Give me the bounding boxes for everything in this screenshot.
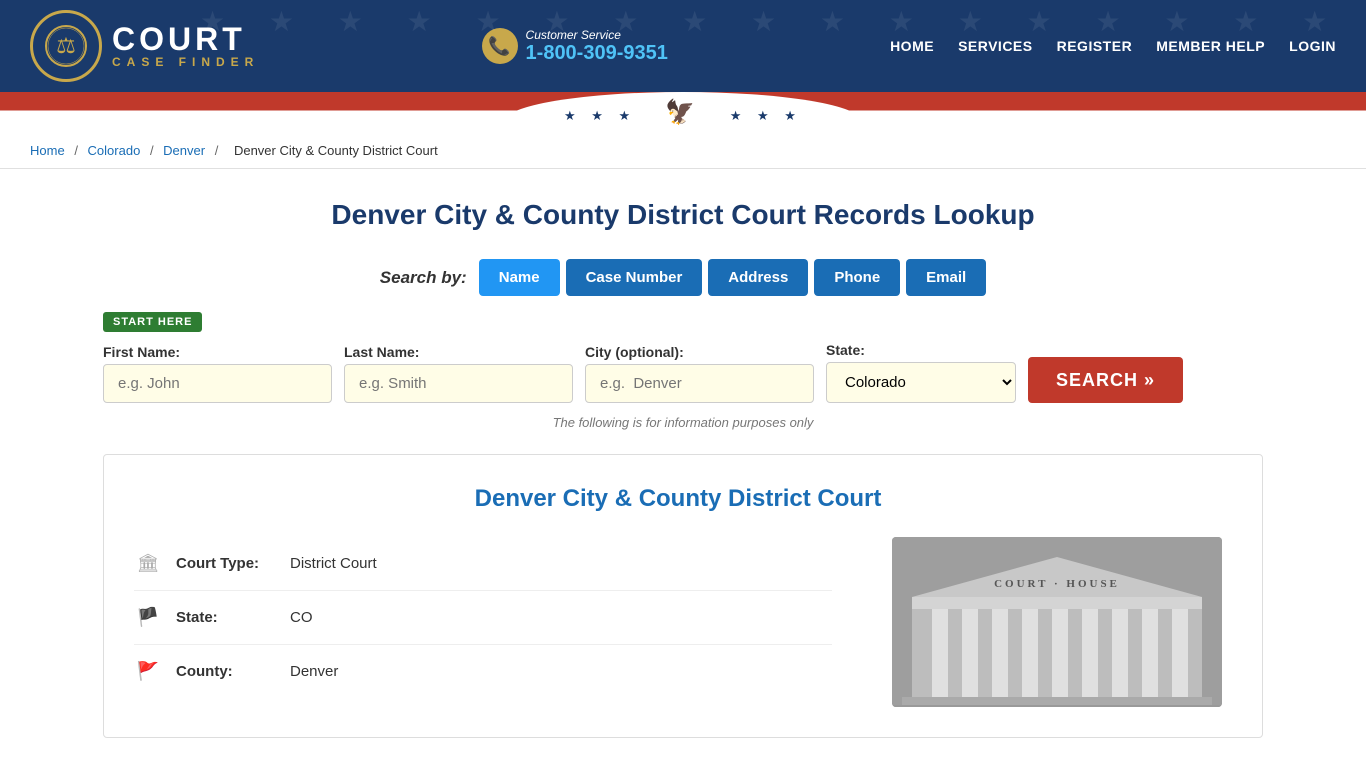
breadcrumb-sep-1: /	[74, 143, 81, 158]
search-form: First Name: Last Name: City (optional): …	[103, 342, 1263, 403]
eagle-banner: ★ ★ ★ 🦅 ★ ★ ★	[0, 92, 1366, 133]
city-group: City (optional):	[585, 344, 814, 403]
nav-member-help[interactable]: MEMBER HELP	[1156, 38, 1265, 54]
courthouse-svg: COURT · HOUSE	[892, 537, 1222, 707]
cs-label: Customer Service	[526, 28, 668, 42]
breadcrumb-sep-2: /	[150, 143, 157, 158]
court-type-label: Court Type:	[176, 555, 276, 572]
cs-number: 1-800-309-9351	[526, 42, 668, 64]
customer-service: 📞 Customer Service 1-800-309-9351	[482, 28, 668, 65]
logo-circle: ⚖	[30, 10, 102, 82]
info-note: The following is for information purpose…	[103, 415, 1263, 430]
state-select[interactable]: Colorado Alabama California	[826, 362, 1016, 403]
county-value: Denver	[290, 663, 338, 680]
main-content: Denver City & County District Court Reco…	[83, 169, 1283, 758]
court-type-value: District Court	[290, 555, 377, 572]
site-header: ⚖ COURT CASE FINDER 📞 Customer Service 1…	[0, 0, 1366, 92]
logo-case-finder-label: CASE FINDER	[112, 55, 259, 69]
last-name-group: Last Name:	[344, 344, 573, 403]
first-name-label: First Name:	[103, 344, 332, 360]
last-name-input[interactable]	[344, 364, 573, 403]
state-label-detail: State:	[176, 609, 276, 626]
nav-login[interactable]: LOGIN	[1289, 38, 1336, 54]
nav-services[interactable]: SERVICES	[958, 38, 1033, 54]
state-group: State: Colorado Alabama California	[826, 342, 1016, 403]
court-card: Denver City & County District Court 🏛 Co…	[103, 454, 1263, 738]
eagle-banner-inner: ★ ★ ★ 🦅 ★ ★ ★	[504, 92, 862, 129]
logo-icon: ⚖	[44, 24, 88, 68]
first-name-group: First Name:	[103, 344, 332, 403]
court-info-row: 🏛 Court Type: District Court 🏴 State: CO…	[134, 537, 1222, 707]
main-nav: HOME SERVICES REGISTER MEMBER HELP LOGIN	[890, 38, 1336, 54]
courthouse-image: COURT · HOUSE	[892, 537, 1222, 707]
breadcrumb: Home / Colorado / Denver / Denver City &…	[0, 133, 1366, 169]
county-icon: 🚩	[134, 661, 162, 682]
nav-register[interactable]: REGISTER	[1057, 38, 1133, 54]
tab-address[interactable]: Address	[708, 259, 808, 296]
nav-home[interactable]: HOME	[890, 38, 934, 54]
state-value: CO	[290, 609, 313, 626]
tab-case-number[interactable]: Case Number	[566, 259, 703, 296]
city-input[interactable]	[585, 364, 814, 403]
court-card-title: Denver City & County District Court	[134, 485, 1222, 513]
search-by-label: Search by:	[380, 268, 467, 288]
phone-icon: 📞	[482, 28, 518, 64]
state-icon: 🏴	[134, 607, 162, 628]
page-title: Denver City & County District Court Reco…	[103, 199, 1263, 231]
court-type-item: 🏛 Court Type: District Court	[134, 537, 832, 591]
first-name-input[interactable]	[103, 364, 332, 403]
state-label: State:	[826, 342, 1016, 358]
tab-name[interactable]: Name	[479, 259, 560, 296]
start-here-badge: START HERE	[103, 312, 202, 332]
court-details: 🏛 Court Type: District Court 🏴 State: CO…	[134, 537, 832, 698]
breadcrumb-denver[interactable]: Denver	[163, 143, 205, 158]
svg-text:⚖: ⚖	[56, 33, 76, 58]
logo-link[interactable]: ⚖ COURT CASE FINDER	[30, 10, 259, 82]
search-by-row: Search by: Name Case Number Address Phon…	[103, 259, 1263, 296]
county-label: County:	[176, 663, 276, 680]
tab-email[interactable]: Email	[906, 259, 986, 296]
eagle-stars-left: ★ ★ ★ 🦅 ★ ★ ★	[564, 98, 802, 127]
last-name-label: Last Name:	[344, 344, 573, 360]
logo-court-label: COURT	[112, 23, 259, 55]
cs-text: Customer Service 1-800-309-9351	[526, 28, 668, 65]
breadcrumb-home[interactable]: Home	[30, 143, 65, 158]
breadcrumb-colorado[interactable]: Colorado	[88, 143, 141, 158]
court-county-item: 🚩 County: Denver	[134, 645, 832, 698]
city-label: City (optional):	[585, 344, 814, 360]
court-state-item: 🏴 State: CO	[134, 591, 832, 645]
search-button[interactable]: SEARCH »	[1028, 357, 1183, 403]
logo-text: COURT CASE FINDER	[112, 23, 259, 69]
breadcrumb-sep-3: /	[215, 143, 222, 158]
court-type-icon: 🏛	[134, 553, 162, 574]
svg-text:COURT · HOUSE: COURT · HOUSE	[994, 578, 1120, 590]
breadcrumb-current: Denver City & County District Court	[234, 143, 438, 158]
tab-phone[interactable]: Phone	[814, 259, 900, 296]
